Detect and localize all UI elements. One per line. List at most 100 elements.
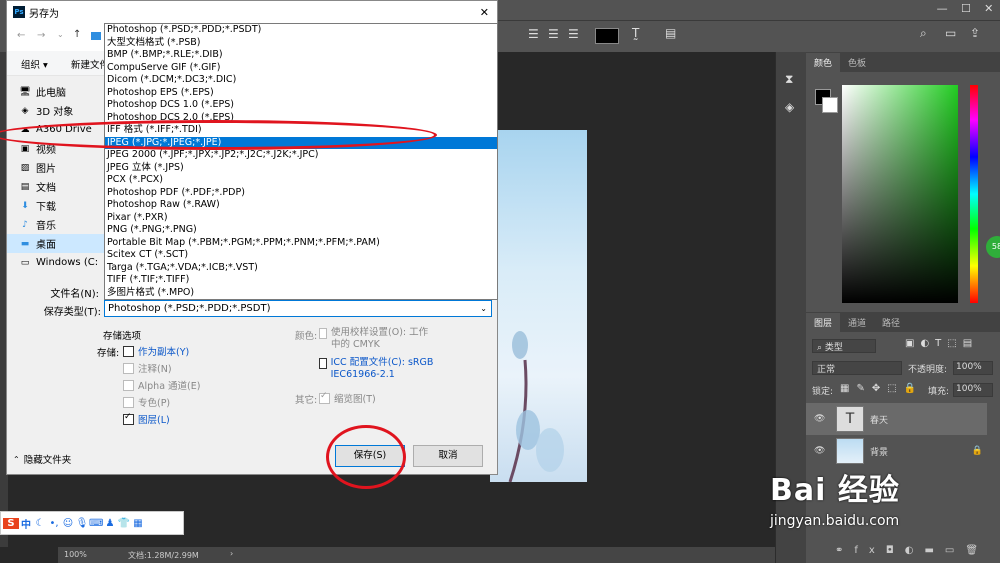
layer-name[interactable]: 春天 [870,413,888,426]
tab-layers[interactable]: 图层 [806,313,841,332]
up-arrow-icon[interactable]: ↑ [73,29,81,40]
visibility-eye-icon[interactable]: 👁 [814,414,828,424]
as-copy-checkbox[interactable] [123,345,134,357]
format-option[interactable]: Photoshop (*.PSD;*.PDD;*.PSDT) [105,24,497,37]
minimize-icon[interactable]: — [937,2,948,18]
canvas-image[interactable] [490,130,587,482]
share-icon[interactable]: ⇪ [970,26,980,40]
back-arrow-icon[interactable]: ← [17,30,25,41]
emoji-icon[interactable]: ☺ [61,518,75,529]
3d-icon[interactable]: ◈ [785,100,794,114]
shirt-icon[interactable]: 👕 [117,518,131,529]
warp-text-icon[interactable]: T̰ [632,26,639,40]
person-icon[interactable]: ♟ [103,518,117,529]
as-copy-label: 作为副本(Y) [138,347,190,358]
other-label: 其它: [295,395,318,406]
tab-color[interactable]: 颜色 [806,53,841,72]
music-icon: ♪ [22,219,28,230]
format-option[interactable]: 多图片格式 (*.MPO) [105,287,497,300]
layer-row[interactable]: 👁 背景 🔒 [806,435,987,467]
ime-language[interactable]: 中 [19,516,33,531]
align-left-icon[interactable]: ☰ [528,27,539,41]
format-option[interactable]: Portable Bit Map (*.PBM;*.PGM;*.PPM;*.PN… [105,237,497,250]
background-color-swatch[interactable] [822,97,838,113]
layer-name[interactable]: 背景 [870,445,888,458]
sidebar-item-desktop[interactable]: ▬ 桌面 [7,234,107,253]
grid-icon[interactable]: ▦ [131,518,145,529]
option-icc[interactable]: ICC 配置文件(C): sRGB IEC61966-2.1 [319,357,437,381]
align-center-icon[interactable]: ☰ [548,27,559,41]
document-info: 文档:1.28M/2.99M [128,551,199,560]
sidebar-item-pictures[interactable]: ▨ 图片 [7,158,56,177]
window-controls: — ☐ ✕ [930,2,1000,18]
sidebar-item-3d-objects[interactable]: ◈ 3D 对象 [7,101,74,120]
format-option[interactable]: PNG (*.PNG;*.PNG) [105,224,497,237]
format-option[interactable]: 大型文档格式 (*.PSB) [105,37,497,50]
keyboard-icon[interactable]: ⌨ [89,518,103,529]
maximize-icon[interactable]: ☐ [961,2,971,18]
visibility-eye-icon[interactable]: 👁 [814,446,828,456]
dialog-close-icon[interactable]: ✕ [480,6,489,19]
format-option[interactable]: TIFF (*.TIF;*.TIFF) [105,274,497,287]
tab-paths[interactable]: 路径 [874,313,908,332]
option-layers[interactable]: 图层(L) [123,412,170,426]
color-label: 颜色: [295,331,318,342]
lock-icons[interactable]: ▦✎✥⬚🔒 [840,383,923,394]
fill-input[interactable]: 100% [953,383,993,397]
sogou-logo-icon[interactable]: S [3,517,19,529]
format-option[interactable]: Targa (*.TGA;*.VDA;*.ICB;*.VST) [105,262,497,275]
option-as-copy[interactable]: 作为副本(Y) [123,344,189,358]
search-icon[interactable]: ⌕ [920,26,927,41]
format-option[interactable]: Dicom (*.DCM;*.DC3;*.DIC) [105,74,497,87]
format-option[interactable]: Photoshop DCS 1.0 (*.EPS) [105,99,497,112]
sidebar-item-music[interactable]: ♪ 音乐 [7,215,56,234]
layer-kind-filter[interactable]: ⌕ 类型 [812,339,876,353]
workspace-icon[interactable]: ▭ [945,26,956,40]
opacity-input[interactable]: 100% [953,361,993,375]
format-option[interactable]: PCX (*.PCX) [105,174,497,187]
fill-label: 填充: [928,387,950,397]
format-option[interactable]: Photoshop PDF (*.PDF;*.PDP) [105,187,497,200]
cancel-button[interactable]: 取消 [413,445,483,467]
chevron-down-icon[interactable]: ⌄ [57,30,64,39]
chevron-right-icon[interactable]: › [230,549,233,558]
filetype-select[interactable]: Photoshop (*.PSD;*.PDD;*.PSDT) ⌄ [104,300,492,317]
layer-row[interactable]: 👁 T 春天 [806,403,987,435]
zoom-level[interactable]: 100% [64,550,87,559]
punctuation-icon[interactable]: •, [47,518,61,529]
color-picker-field[interactable] [842,85,958,303]
layer-filter-icons[interactable]: ▣◐T⬚▤ [905,338,978,349]
sidebar-item-downloads[interactable]: ⬇ 下载 [7,196,56,215]
sidebar-item-documents[interactable]: ▤ 文档 [7,177,56,196]
sidebar-item-windows-c[interactable]: ▭ Windows (C: [7,253,98,272]
forward-arrow-icon[interactable]: → [37,30,45,41]
format-option[interactable]: Scitex CT (*.SCT) [105,249,497,262]
hide-folders-toggle[interactable]: ⌃ 隐藏文件夹 [13,452,71,467]
character-panel-icon[interactable]: ▤ [665,26,676,40]
tab-swatches[interactable]: 色板 [840,53,874,72]
microphone-icon[interactable]: 🎙 [75,518,89,529]
format-dropdown-list: Photoshop (*.PSD;*.PDD;*.PSDT) 大型文档格式 (*.… [104,23,498,300]
icc-checkbox[interactable] [319,358,327,369]
moon-icon[interactable]: ☾ [33,518,47,529]
format-option[interactable]: BMP (*.BMP;*.RLE;*.DIB) [105,49,497,62]
tab-channels[interactable]: 通道 [840,313,874,332]
layer-actions-bar[interactable]: ⚭fx◘◐▬▭🗑 [835,545,989,556]
format-option[interactable]: Pixar (*.PXR) [105,212,497,225]
text-color-swatch[interactable] [595,28,619,44]
history-icon[interactable]: ⧗ [785,72,793,87]
organize-button[interactable]: 组织 ▾ [21,57,48,71]
format-option[interactable]: JPEG 立体 (*.JPS) [105,162,497,175]
hue-slider[interactable] [970,85,978,303]
align-right-icon[interactable]: ☰ [568,27,579,41]
close-icon[interactable]: ✕ [984,2,993,18]
thumbnail-label: 缩览图(T) [334,394,376,405]
layers-checkbox[interactable] [123,412,134,425]
format-option[interactable]: Photoshop EPS (*.EPS) [105,87,497,100]
sidebar-item-this-pc[interactable]: 🖥 此电脑 [7,82,66,101]
format-option[interactable]: JPEG 2000 (*.JPF;*.JPX;*.JP2;*.J2C;*.J2K… [105,149,497,162]
lock-icon: 🔒 [971,446,983,456]
blend-mode-select[interactable]: 正常 [812,361,902,375]
format-option[interactable]: CompuServe GIF (*.GIF) [105,62,497,75]
format-option[interactable]: Photoshop Raw (*.RAW) [105,199,497,212]
